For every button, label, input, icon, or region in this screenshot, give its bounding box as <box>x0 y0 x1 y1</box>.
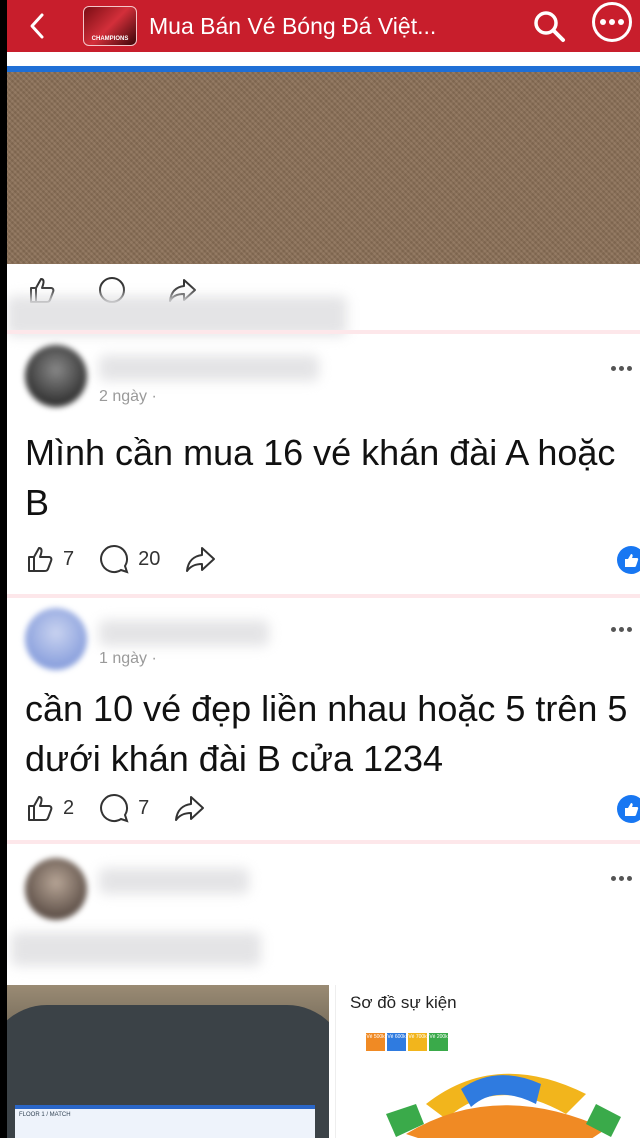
dot <box>619 876 624 881</box>
share-icon[interactable] <box>184 544 216 574</box>
post-stats: 7 20 <box>25 543 216 575</box>
post-more-button[interactable] <box>611 627 632 632</box>
author-avatar[interactable] <box>25 608 87 670</box>
comment-count: 7 <box>138 796 150 819</box>
ticket-photo[interactable]: FLOOR 1 / MATCH <box>7 985 329 1138</box>
author-avatar[interactable] <box>25 858 87 920</box>
post-more-button[interactable] <box>611 366 632 371</box>
more-dot <box>618 19 624 25</box>
ticket: FLOOR 1 / MATCH <box>15 1105 315 1138</box>
dot <box>627 366 632 371</box>
like-icon[interactable] <box>25 544 55 574</box>
group-title[interactable]: Mua Bán Vé Bóng Đá Việt... <box>149 13 479 40</box>
seat-map-photo[interactable]: Sơ đồ sự kiện Vé 500k Vé 600k Vé 700k Vé… <box>335 985 640 1138</box>
legend-item: Vé 500k <box>366 1033 385 1051</box>
dot <box>611 627 616 632</box>
reaction-badge[interactable] <box>617 546 640 574</box>
dot <box>619 627 624 632</box>
author-name-redacted[interactable] <box>99 868 249 894</box>
thumbs-up-icon <box>625 554 639 567</box>
post-stats: 2 7 <box>25 792 205 824</box>
photo-edge <box>7 52 640 72</box>
reaction-badge[interactable] <box>617 795 640 823</box>
more-dot <box>600 19 606 25</box>
comment-icon[interactable] <box>98 792 130 824</box>
more-button[interactable] <box>592 2 632 42</box>
avatar-caption: CHAMPIONS <box>91 36 129 42</box>
screen: CHAMPIONS Mua Bán Vé Bóng Đá Việt... 2 n… <box>7 0 640 1138</box>
post-meta: 1 ngày · <box>99 650 157 667</box>
dot <box>611 876 616 881</box>
group-avatar[interactable]: CHAMPIONS <box>83 6 137 46</box>
dot <box>619 366 624 371</box>
post-text: Mình cần mua 16 vé khán đài A hoặc B <box>25 432 616 523</box>
dot <box>627 627 632 632</box>
ticket-caption: FLOOR 1 / MATCH <box>19 1112 71 1118</box>
legend-item: Vé 600k <box>387 1033 406 1051</box>
price-legend: Vé 500k Vé 600k Vé 700k Vé 200k <box>366 1033 448 1051</box>
comment-icon[interactable] <box>98 543 130 575</box>
dot <box>611 366 616 371</box>
post-meta: 2 ngày · <box>99 388 157 405</box>
legend-item: Vé 700k <box>408 1033 427 1051</box>
more-dot <box>609 19 615 25</box>
like-count: 2 <box>63 796 75 819</box>
search-button[interactable] <box>527 0 571 52</box>
share-icon[interactable] <box>173 793 205 823</box>
stadium-map <box>386 1073 621 1138</box>
map-title: Sơ đồ sự kiện <box>350 993 457 1012</box>
post-separator <box>7 594 640 598</box>
like-icon[interactable] <box>25 793 55 823</box>
search-icon <box>534 11 565 42</box>
post-separator <box>7 330 640 334</box>
author-name-redacted[interactable] <box>99 355 319 381</box>
author-avatar[interactable] <box>25 345 87 407</box>
like-count: 7 <box>63 547 75 570</box>
legend-item: Vé 200k <box>429 1033 448 1051</box>
post-text: cần 10 vé đẹp liền nhau hoặc 5 trên 5 dư… <box>25 688 628 779</box>
thumbs-up-icon <box>625 803 639 816</box>
post-photo[interactable] <box>7 72 640 264</box>
post-separator <box>7 840 640 844</box>
dot <box>627 876 632 881</box>
chevron-left-icon <box>30 13 44 39</box>
author-name-redacted[interactable] <box>99 620 269 646</box>
comment-count: 20 <box>138 547 161 570</box>
post-text-redacted <box>11 932 261 966</box>
post-more-button[interactable] <box>611 876 632 881</box>
back-button[interactable] <box>7 0 67 52</box>
